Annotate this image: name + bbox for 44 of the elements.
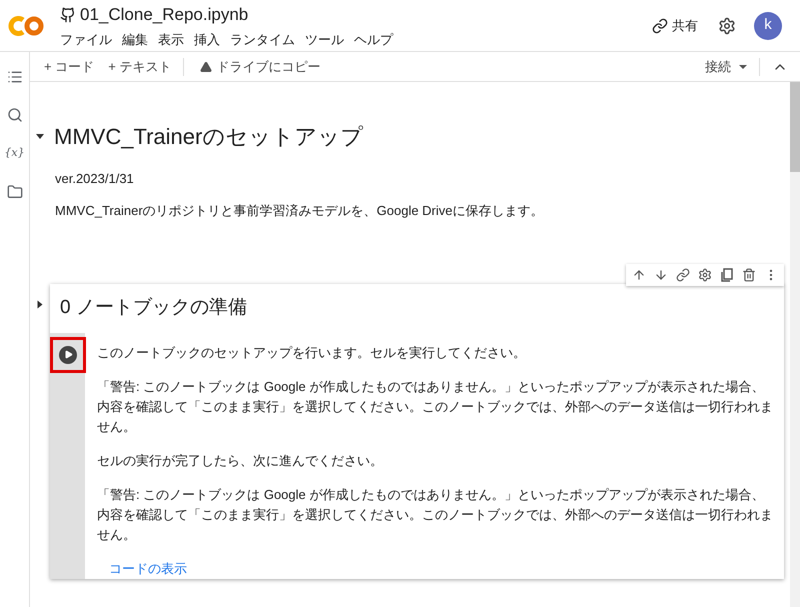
add-text-button[interactable]: + テキスト	[108, 56, 172, 76]
search-icon[interactable]	[6, 107, 22, 123]
menu-item[interactable]: ツール	[305, 30, 344, 49]
link-icon	[652, 18, 668, 34]
text-paragraph: このノートブックのセットアップを行います。セルを実行してください。	[97, 344, 527, 362]
move-up-icon[interactable]	[632, 268, 646, 282]
github-icon	[60, 6, 76, 23]
logo-icon	[8, 14, 44, 36]
run-cell-button[interactable]	[50, 336, 86, 372]
connect-button[interactable]: 接続	[705, 56, 747, 76]
add-code-button[interactable]: + コード	[44, 56, 94, 76]
cell-heading: 0 ノートブックの準備	[60, 296, 247, 320]
collapse-caret-icon[interactable]	[36, 134, 44, 139]
folder-icon[interactable]	[6, 184, 22, 200]
section-heading: MMVC_Trainerのセットアップ	[54, 123, 364, 151]
table-of-contents-icon[interactable]	[6, 69, 22, 85]
settings-icon[interactable]	[718, 16, 736, 34]
play-icon	[58, 346, 76, 364]
menu-item[interactable]: 編集	[122, 30, 148, 49]
text-cell[interactable]	[50, 284, 784, 578]
scrollbar[interactable]	[790, 82, 800, 607]
avatar[interactable]: k	[754, 12, 782, 40]
copy-to-drive-button[interactable]: ドライブにコピー	[200, 56, 320, 76]
mirror-cell-icon[interactable]	[720, 268, 734, 282]
delete-icon[interactable]	[742, 268, 756, 282]
menu-item[interactable]: 表示	[158, 30, 184, 49]
menu-item[interactable]: 挿入	[194, 30, 220, 49]
text-paragraph: セルの実行が完了したら、次に進んでください。	[97, 452, 384, 470]
text-paragraph: 「警告: このノートブックは Google が作成したものではありません。」といったポップアップが表示された場合、内容を確認して「このまま実行」を選択してください。このノートブックでは、外部へのデータ送信は一切行われません。	[97, 486, 774, 544]
variables-icon[interactable]: {x}	[4, 145, 25, 162]
link-icon[interactable]	[676, 268, 690, 282]
menu-item[interactable]: ヘルプ	[354, 30, 393, 49]
menu-item[interactable]: ランタイム	[230, 30, 295, 49]
notebook-title[interactable]: 01_Clone_Repo.ipynb	[80, 2, 248, 28]
text-paragraph: MMVC_Trainerのリポジトリと事前学習済みモデルを、Google Driveに保存します。	[55, 202, 545, 220]
text-paragraph: 「警告: このノートブックは Google が作成したものではありません。」といったポップアップが表示された場合、内容を確認して「このまま実行」を選択してください。このノートブックでは、外部へのデータ送信は一切行われません。	[97, 378, 774, 436]
settings-icon[interactable]	[698, 268, 712, 282]
move-down-icon[interactable]	[654, 268, 668, 282]
menu-item[interactable]: ファイル	[60, 30, 112, 49]
expand-caret-icon[interactable]	[38, 300, 42, 308]
show-code-link[interactable]: コードの表示	[109, 558, 774, 578]
share-button[interactable]: 共有	[648, 16, 702, 36]
drive-icon	[200, 60, 212, 72]
text-paragraph: ver.2023/1/31	[55, 170, 135, 188]
